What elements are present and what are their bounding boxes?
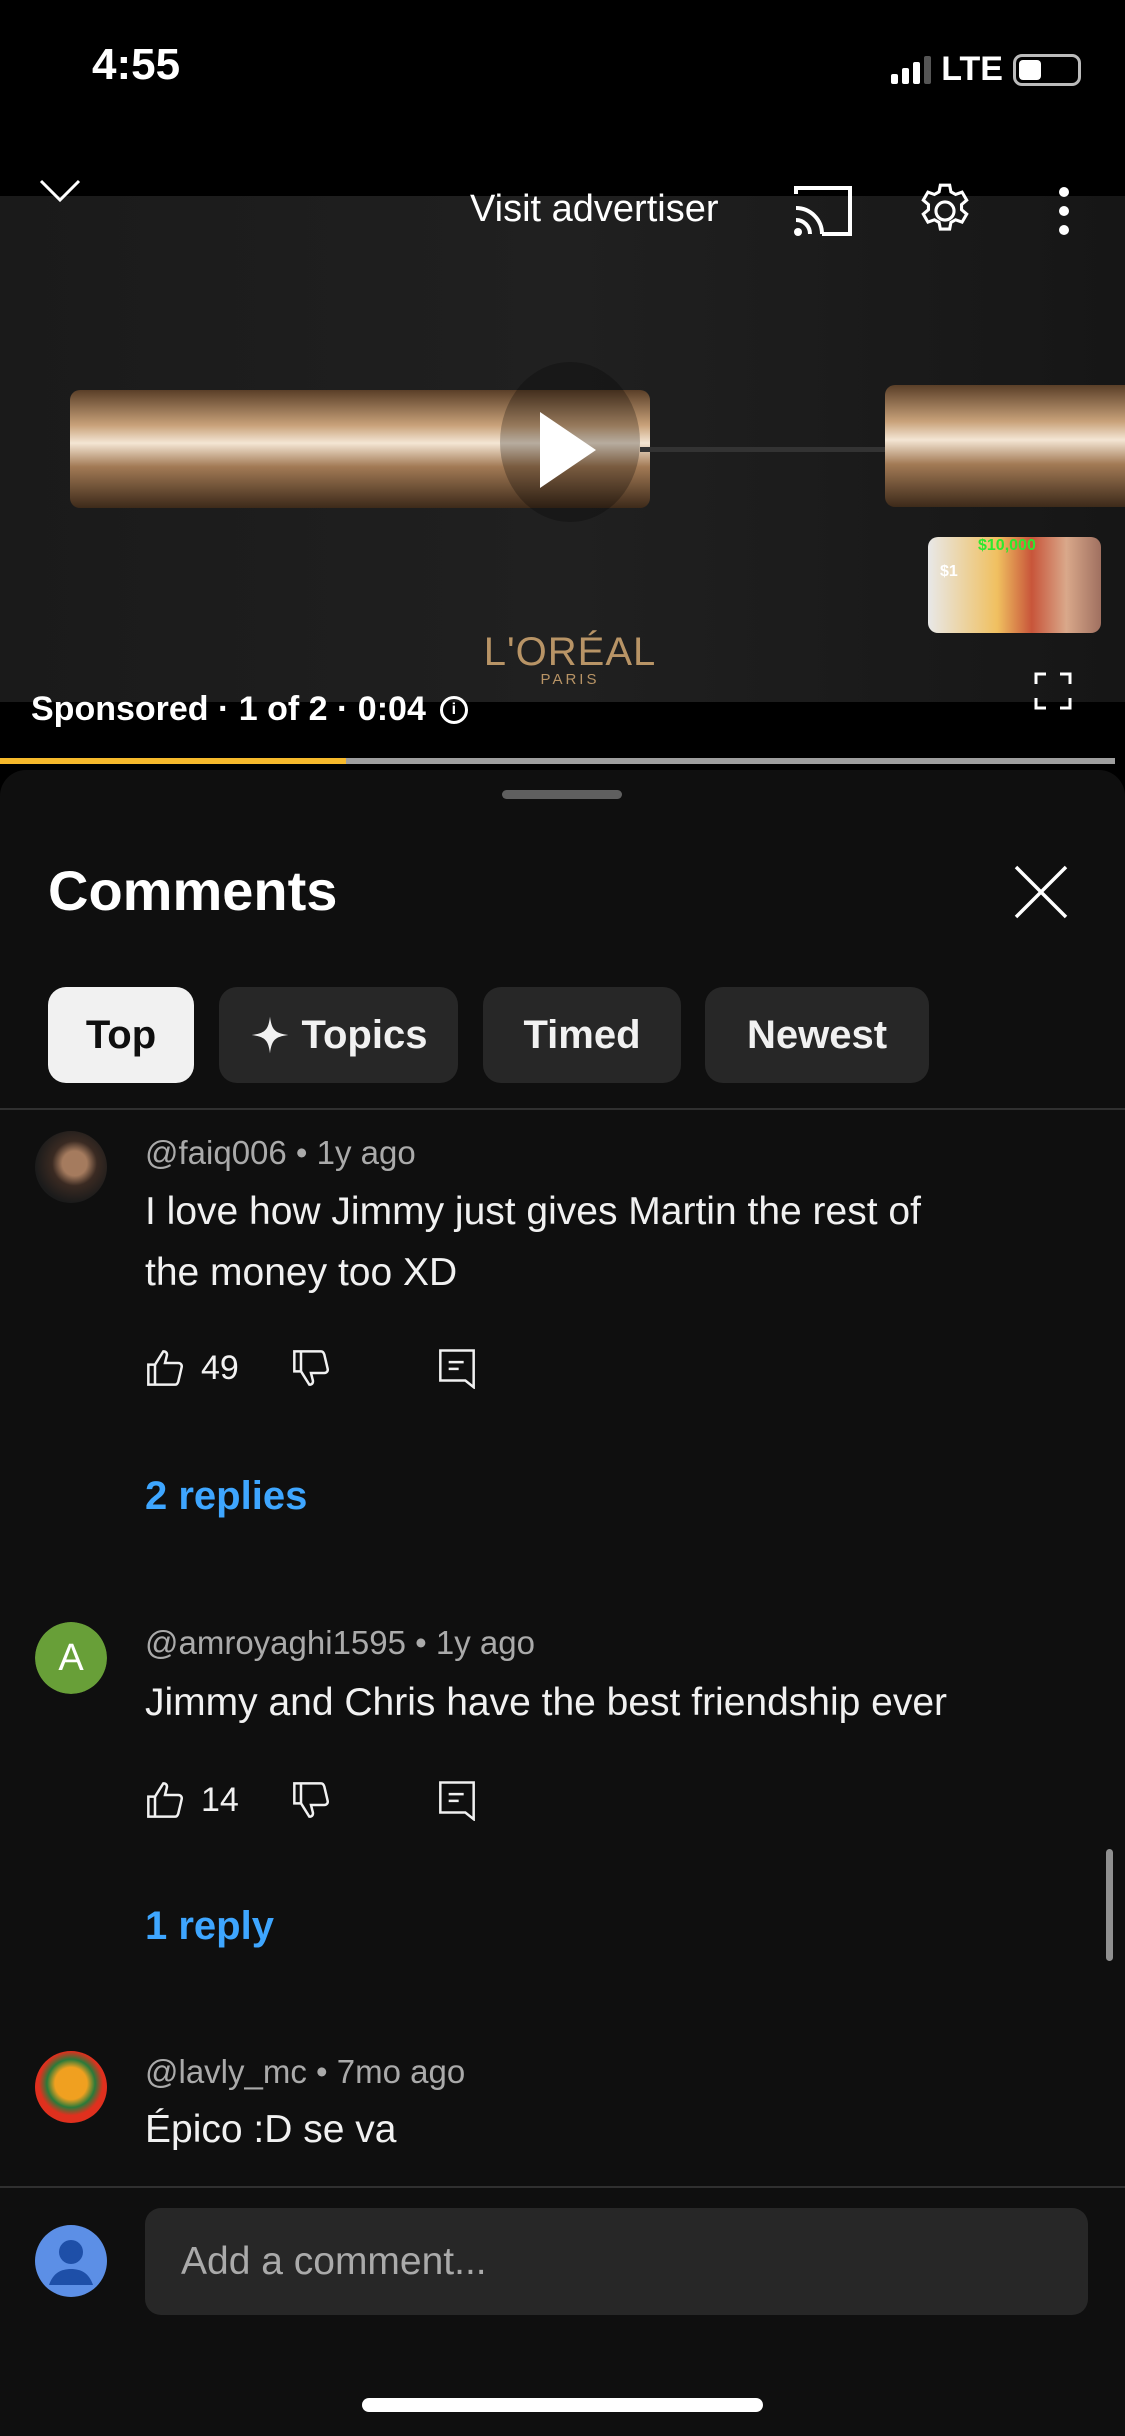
brand-logo: L'ORÉAL PARIS	[483, 630, 657, 688]
ad-info-text: Sponsored · 1 of 2 · 0:04	[31, 690, 426, 728]
info-icon[interactable]: i	[439, 695, 468, 724]
ad-progress-bar[interactable]	[0, 758, 1115, 764]
more-vert-icon[interactable]	[1054, 186, 1074, 236]
divider	[0, 1108, 1125, 1110]
home-indicator[interactable]	[362, 2398, 763, 2412]
reply-icon[interactable]	[437, 1779, 477, 1821]
avatar[interactable]	[35, 1131, 107, 1203]
sparkle-icon	[251, 1016, 288, 1054]
like-icon[interactable]	[145, 1780, 185, 1820]
comment-text: Jimmy and Chris have the best friendship…	[145, 1681, 948, 1724]
scrollbar[interactable]	[1106, 1849, 1113, 1961]
thumb-label: $10,000	[978, 537, 1036, 554]
avatar[interactable]	[35, 2051, 107, 2123]
comments-title: Comments	[48, 859, 338, 922]
dislike-icon[interactable]	[291, 1780, 331, 1820]
visit-advertiser-link[interactable]: Visit advertiser	[470, 188, 719, 231]
reply-icon[interactable]	[437, 1347, 477, 1389]
gear-icon[interactable]	[914, 180, 976, 242]
add-comment-input[interactable]: Add a comment...	[145, 2208, 1088, 2315]
chevron-down-icon[interactable]	[38, 178, 82, 204]
replies-link[interactable]: 2 replies	[145, 1474, 307, 1519]
comment-meta[interactable]: @amroyaghi1595 • 1y ago	[145, 1624, 535, 1662]
comment-actions: 49	[145, 1347, 477, 1389]
status-time: 4:55	[92, 40, 181, 89]
product-wand	[640, 447, 890, 452]
avatar[interactable]: A	[35, 1622, 107, 1694]
like-icon[interactable]	[145, 1348, 185, 1388]
cast-icon[interactable]	[792, 184, 854, 238]
thumb-label: $1	[940, 563, 958, 580]
replies-link[interactable]: 1 reply	[145, 1904, 274, 1949]
ad-product-cap	[885, 385, 1125, 507]
drag-handle[interactable]	[502, 790, 622, 799]
chip-newest[interactable]: Newest	[705, 987, 929, 1083]
like-count: 14	[201, 1780, 239, 1819]
chip-topics[interactable]: Topics	[219, 987, 458, 1083]
user-avatar-icon[interactable]	[35, 2225, 107, 2297]
chip-timed[interactable]: Timed	[483, 987, 681, 1083]
network-label: LTE	[941, 50, 1003, 88]
play-icon	[540, 412, 596, 488]
fullscreen-icon[interactable]	[1034, 672, 1072, 710]
close-icon[interactable]	[1014, 865, 1068, 919]
battery-icon	[1013, 53, 1081, 86]
comment-meta[interactable]: @lavly_mc • 7mo ago	[145, 2053, 465, 2091]
ad-info: Sponsored · 1 of 2 · 0:04 i	[31, 690, 468, 729]
next-video-thumbnail[interactable]: $10,000 $1	[928, 537, 1101, 633]
comment-actions: 14	[145, 1779, 477, 1821]
divider	[0, 2186, 1125, 2188]
avatar-letter: A	[35, 1622, 107, 1694]
status-indicators: LTE	[891, 50, 1081, 89]
chip-top[interactable]: Top	[48, 987, 194, 1083]
signal-icon	[891, 55, 932, 84]
like-count: 49	[201, 1348, 239, 1387]
comment-text: Épico :D se va	[145, 2108, 397, 2151]
comment-text: I love how Jimmy just gives Martin the r…	[145, 1190, 921, 1294]
dislike-icon[interactable]	[291, 1348, 331, 1388]
comment-meta[interactable]: @faiq006 • 1y ago	[145, 1134, 416, 1172]
